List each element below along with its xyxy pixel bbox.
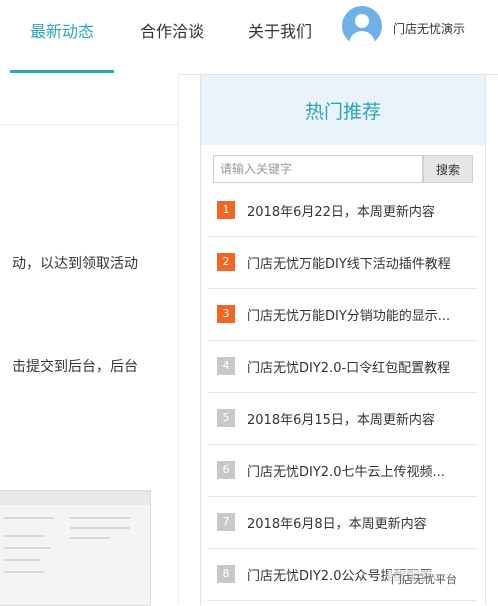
article-content: 动，以达到领取活动 击提交到后台，后台 <box>0 74 179 606</box>
image-detail-line <box>4 559 40 561</box>
rank-badge: 1 <box>217 201 235 219</box>
image-detail-line <box>70 517 130 519</box>
search-input[interactable] <box>213 155 423 183</box>
image-detail-line <box>4 547 50 549</box>
search-button[interactable]: 搜索 <box>423 155 473 183</box>
article-link[interactable]: 门店无忧DIY2.0-口令红包配置教程 <box>247 357 450 376</box>
rank-badge: 8 <box>217 565 235 583</box>
article-link[interactable]: 2018年6月22日，本周更新内容 <box>247 201 435 220</box>
article-screenshot-image <box>0 490 151 606</box>
list-item[interactable]: 5 2018年6月15日，本周更新内容 <box>207 393 477 445</box>
tab-about-us[interactable]: 关于我们 <box>248 18 312 42</box>
rank-badge: 4 <box>217 357 235 375</box>
hot-recommendations-panel: 热门推荐 搜索 1 2018年6月22日，本周更新内容 2 门店无忧万能DIY线下活… <box>200 74 486 605</box>
article-link[interactable]: 2018年6月8日，本周更新内容 <box>247 513 427 532</box>
image-detail-line <box>70 537 110 539</box>
article-text-line: 击提交到后台，后台 <box>12 359 138 375</box>
panel-header: 热门推荐 <box>201 75 485 145</box>
user-name[interactable]: 门店无忧演示 <box>393 20 465 37</box>
list-item[interactable]: 6 门店无忧DIY2.0七牛云上传视频... <box>207 445 477 497</box>
image-detail-line <box>70 527 130 529</box>
user-avatar-icon[interactable] <box>342 6 382 46</box>
rank-badge: 6 <box>217 461 235 479</box>
top-navigation: 最新动态 合作洽谈 关于我们 门店无忧演示 <box>0 0 498 75</box>
embedded-toolbar <box>0 491 150 505</box>
panel-title: 热门推荐 <box>304 101 381 123</box>
image-detail-line <box>4 535 44 537</box>
rank-badge: 7 <box>217 513 235 531</box>
image-detail-line <box>4 517 54 519</box>
active-tab-indicator <box>10 70 114 73</box>
divider <box>0 124 178 125</box>
tab-latest-news[interactable]: 最新动态 <box>30 18 94 42</box>
list-item[interactable]: 4 门店无忧DIY2.0-口令红包配置教程 <box>207 341 477 393</box>
tab-cooperation[interactable]: 合作洽谈 <box>140 18 204 42</box>
article-text-line: 动，以达到领取活动 <box>12 256 138 272</box>
list-item[interactable]: 1 2018年6月22日，本周更新内容 <box>207 185 477 237</box>
rank-badge: 5 <box>217 409 235 427</box>
recommendation-list: 1 2018年6月22日，本周更新内容 2 门店无忧万能DIY线下活动插件教程 3门… <box>207 185 477 601</box>
rank-badge: 3 <box>217 305 235 323</box>
watermark: 门店无忧平台 <box>388 570 460 588</box>
list-item[interactable]: 2 门店无忧万能DIY线下活动插件教程 <box>207 237 477 289</box>
article-link[interactable]: 门店无忧万能DIY分销功能的显示... <box>247 305 450 324</box>
article-link[interactable]: 2018年6月15日，本周更新内容 <box>247 409 435 428</box>
rank-badge: 2 <box>217 253 235 271</box>
article-link[interactable]: 门店无忧万能DIY线下活动插件教程 <box>247 253 451 272</box>
list-item[interactable]: 3 门店无忧万能DIY分销功能的显示... <box>207 289 477 341</box>
article-link[interactable]: 门店无忧DIY2.0七牛云上传视频... <box>247 461 445 480</box>
list-item[interactable]: 7 2018年6月8日，本周更新内容 <box>207 497 477 549</box>
image-detail-line <box>4 571 44 573</box>
